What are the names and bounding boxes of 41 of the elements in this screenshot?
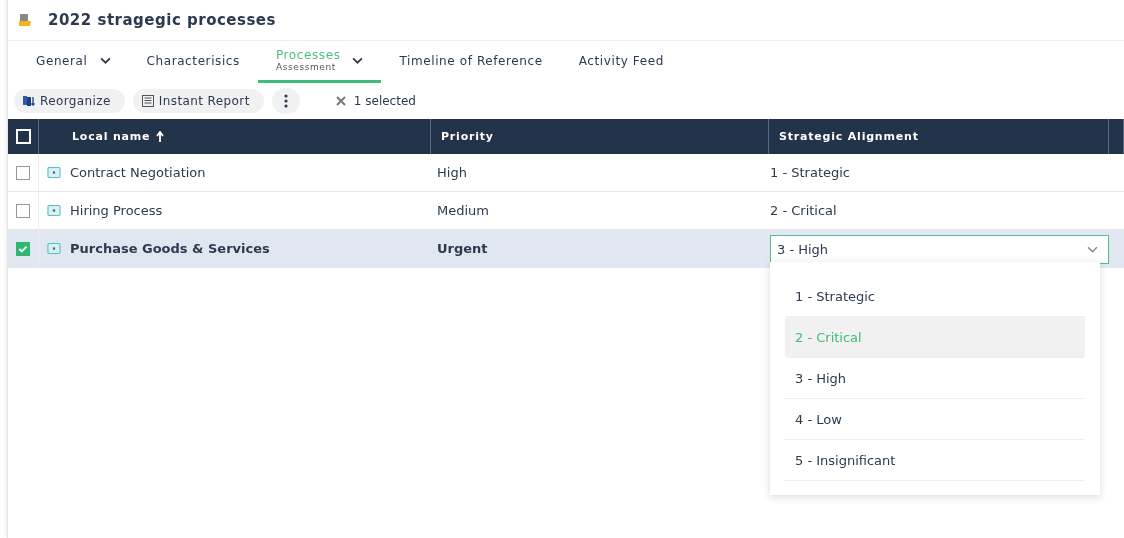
process-name: Hiring Process [70, 203, 163, 218]
page-title: 2022 stragegic processes [48, 11, 276, 29]
chevron-down-icon [1087, 246, 1098, 253]
row-checkbox[interactable] [16, 165, 30, 180]
folder-icon [18, 13, 32, 27]
more-options-button[interactable] [271, 88, 300, 114]
process-name: Purchase Goods & Services [70, 241, 270, 256]
process-name: Contract Negotiation [70, 165, 206, 180]
document-icon [140, 94, 155, 108]
select-all-checkbox[interactable] [15, 129, 31, 144]
selection-count: 1 selected [353, 94, 416, 108]
column-header[interactable]: Local name [72, 130, 151, 143]
priority-value: High [437, 165, 467, 180]
reorganize-button[interactable]: Reorganize [14, 89, 125, 113]
tab[interactable]: Activity Feed [560, 41, 682, 83]
stack-icon [22, 94, 36, 108]
clear-selection-icon[interactable] [335, 96, 346, 106]
process-icon [47, 205, 61, 216]
tab[interactable]: General [18, 41, 129, 83]
priority-value: Medium [437, 203, 489, 218]
process-icon [47, 167, 61, 178]
priority-value: Urgent [437, 241, 488, 256]
instant-report-button[interactable]: Instant Report [132, 89, 264, 113]
row-checkbox[interactable] [16, 203, 30, 218]
tab[interactable]: Processes Assessment [257, 41, 382, 83]
row-checkbox[interactable] [16, 241, 30, 256]
chevron-down-icon[interactable] [99, 57, 111, 64]
tab[interactable]: Timeline of Reference [381, 41, 561, 83]
dropdown-option[interactable]: 5 - Insignificant [785, 440, 1085, 481]
alignment-value: 2 - Critical [770, 203, 837, 218]
sort-arrow-icon [156, 130, 165, 143]
chevron-down-icon[interactable] [352, 57, 364, 64]
alignment-value: 1 - Strategic [770, 165, 850, 180]
dropdown-option[interactable]: 4 - Low [785, 399, 1085, 440]
tab[interactable]: Characterisics [128, 41, 258, 83]
more-icon [283, 94, 288, 108]
column-header[interactable]: Priority [441, 130, 494, 143]
dropdown-option[interactable]: 3 - High [785, 358, 1085, 399]
process-icon [47, 243, 61, 254]
column-header[interactable]: Strategic Alignment [779, 130, 919, 143]
alignment-select[interactable]: 3 - High [770, 235, 1109, 264]
